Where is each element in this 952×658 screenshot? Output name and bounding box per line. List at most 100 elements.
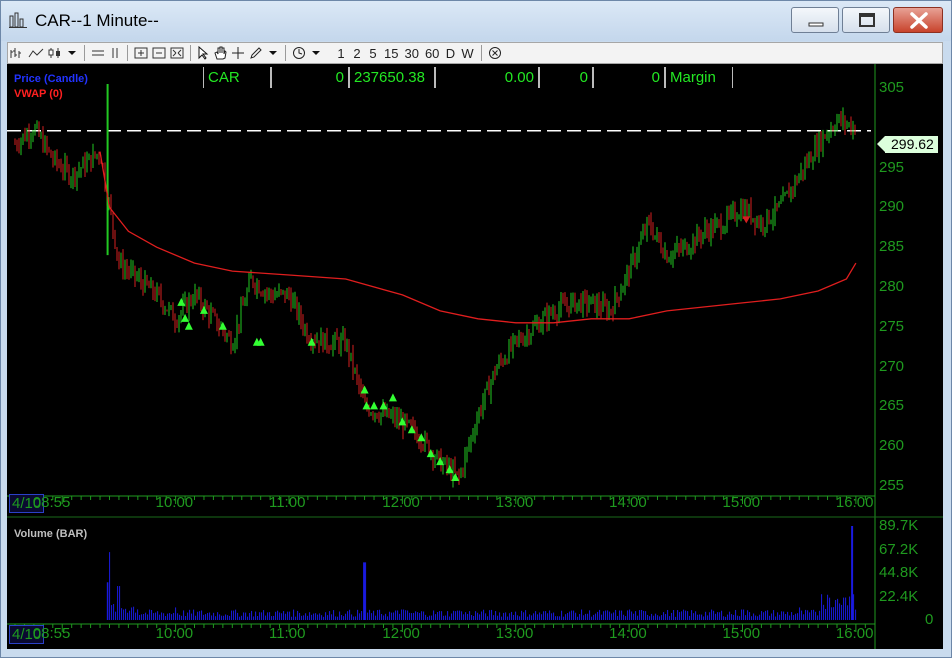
- interval-30[interactable]: 30: [401, 43, 421, 63]
- time-tick-label: 08:55: [32, 625, 71, 642]
- time-tick-label: 08:55: [32, 494, 71, 511]
- dropdown-icon[interactable]: [64, 43, 80, 63]
- interval-daily[interactable]: D: [442, 43, 458, 63]
- toolbar-divider: [480, 45, 482, 61]
- info-pnl: 0.00: [435, 67, 539, 88]
- candle-icon[interactable]: [46, 43, 64, 63]
- info-value-cell: 237650.38: [349, 67, 435, 88]
- toolbar-divider: [285, 45, 286, 61]
- info-symbol[interactable]: CAR: [203, 67, 271, 88]
- toolbar-divider: [84, 45, 85, 61]
- dropdown-icon[interactable]: [265, 43, 281, 63]
- hand-icon[interactable]: [211, 43, 229, 63]
- time-tick-label: 13:00: [495, 494, 534, 511]
- buy-marker: [370, 401, 379, 410]
- time-tick-label: 12:00: [382, 625, 420, 642]
- interval-2[interactable]: 2: [349, 43, 365, 63]
- interval-weekly[interactable]: W: [458, 43, 476, 63]
- chart-svg[interactable]: [7, 64, 943, 649]
- last-price-tag: 299.62: [877, 136, 938, 153]
- buy-marker: [426, 449, 435, 458]
- price-tick-label: 290: [879, 198, 905, 216]
- time-tick-label: 15:00: [722, 625, 761, 642]
- pointer-icon[interactable]: [195, 43, 211, 63]
- price-tick-label: 270: [879, 357, 905, 375]
- volume-pane-title[interactable]: Volume (BAR): [14, 528, 87, 540]
- pencil-icon[interactable]: [247, 43, 265, 63]
- toolbar-divider: [127, 45, 128, 61]
- title-bar[interactable]: CAR--1 Minute--: [1, 1, 951, 41]
- clock-icon[interactable]: [290, 43, 308, 63]
- fit-icon[interactable]: [168, 43, 186, 63]
- buy-marker: [451, 473, 460, 482]
- interval-15[interactable]: 15: [381, 43, 401, 63]
- close-icon: [910, 12, 928, 29]
- price-tick-label: 260: [879, 437, 905, 455]
- buy-marker: [360, 385, 369, 394]
- zoom-in-icon[interactable]: [132, 43, 150, 63]
- volume-tick-label: 89.7K: [879, 517, 919, 534]
- time-tick-label: 16:00: [835, 625, 874, 642]
- volume-tick-label: 67.2K: [879, 540, 919, 558]
- interval-5[interactable]: 5: [365, 43, 381, 63]
- chart-window: CAR--1 Minute-- 1 2 5 15 30 60 D W Price…: [0, 0, 952, 658]
- toolbar-divider: [328, 45, 329, 61]
- dropdown-icon[interactable]: [308, 43, 324, 63]
- volume-tick-label: 22.4K: [879, 587, 919, 605]
- legend-vwap[interactable]: VWAP (0): [14, 88, 63, 100]
- time-tick-label: 10:00: [155, 625, 194, 642]
- time-tick-label: 13:00: [495, 625, 534, 642]
- minimize-button[interactable]: [791, 7, 839, 33]
- close-circle-icon[interactable]: [486, 43, 504, 63]
- time-tick-label: 14:00: [609, 625, 647, 642]
- volume-tick-label: 44.8K: [879, 564, 919, 581]
- bars-icon[interactable]: [8, 43, 26, 63]
- price-tick-label: 255: [879, 477, 905, 494]
- info-value: 237650.38: [354, 69, 425, 86]
- time-tick-label: 12:00: [382, 494, 420, 511]
- info-account[interactable]: Margin: [665, 67, 733, 88]
- buy-marker: [379, 401, 388, 410]
- time-tick-label: 11:00: [268, 494, 306, 511]
- time-tick-label: 16:00: [835, 494, 874, 511]
- buy-marker: [181, 313, 190, 322]
- price-tick-label: 305: [879, 78, 905, 96]
- chart-canvas[interactable]: Price (Candle) VWAP (0) Volume (BAR) CAR…: [7, 64, 943, 649]
- buy-marker: [417, 433, 426, 442]
- buy-marker: [184, 321, 193, 330]
- close-button[interactable]: [893, 7, 943, 33]
- hline-icon[interactable]: [89, 43, 107, 63]
- window-title: CAR--1 Minute--: [35, 11, 159, 30]
- chart-toolbar: 1 2 5 15 30 60 D W: [7, 42, 943, 64]
- time-tick-label: 11:00: [268, 625, 306, 642]
- app-icon: [9, 12, 27, 28]
- minimize-icon: [808, 22, 824, 27]
- zoom-out-icon[interactable]: [150, 43, 168, 63]
- sell-marker: [742, 216, 751, 224]
- price-tick-label: 275: [879, 317, 905, 335]
- info-field6: 0: [593, 67, 665, 88]
- buy-marker: [177, 297, 186, 306]
- time-tick-label: 10:00: [155, 494, 194, 511]
- volume-tick-label: 0: [925, 611, 934, 628]
- price-tick-label: 280: [879, 277, 905, 295]
- maximize-icon: [859, 13, 875, 27]
- vline-icon[interactable]: [107, 43, 123, 63]
- crosshair-icon[interactable]: [229, 43, 247, 63]
- price-tick-label: 265: [879, 397, 905, 415]
- info-qty: 0: [271, 67, 349, 88]
- interval-1[interactable]: 1: [333, 43, 349, 63]
- maximize-button[interactable]: [842, 7, 890, 33]
- interval-60[interactable]: 60: [422, 43, 442, 63]
- line-icon[interactable]: [26, 43, 46, 63]
- toolbar-divider: [190, 45, 191, 61]
- vwap-line: [99, 151, 857, 324]
- time-tick-label: 14:00: [609, 494, 647, 511]
- legend-price[interactable]: Price (Candle): [14, 73, 88, 85]
- price-tick-label: 295: [879, 158, 905, 176]
- price-tick-label: 285: [879, 238, 905, 256]
- time-tick-label: 15:00: [722, 494, 761, 511]
- info-field5: 0: [539, 67, 593, 88]
- buy-marker: [218, 321, 227, 330]
- order-info-bar: CAR 0 237650.38 0.00 0 0 Margin: [203, 67, 733, 88]
